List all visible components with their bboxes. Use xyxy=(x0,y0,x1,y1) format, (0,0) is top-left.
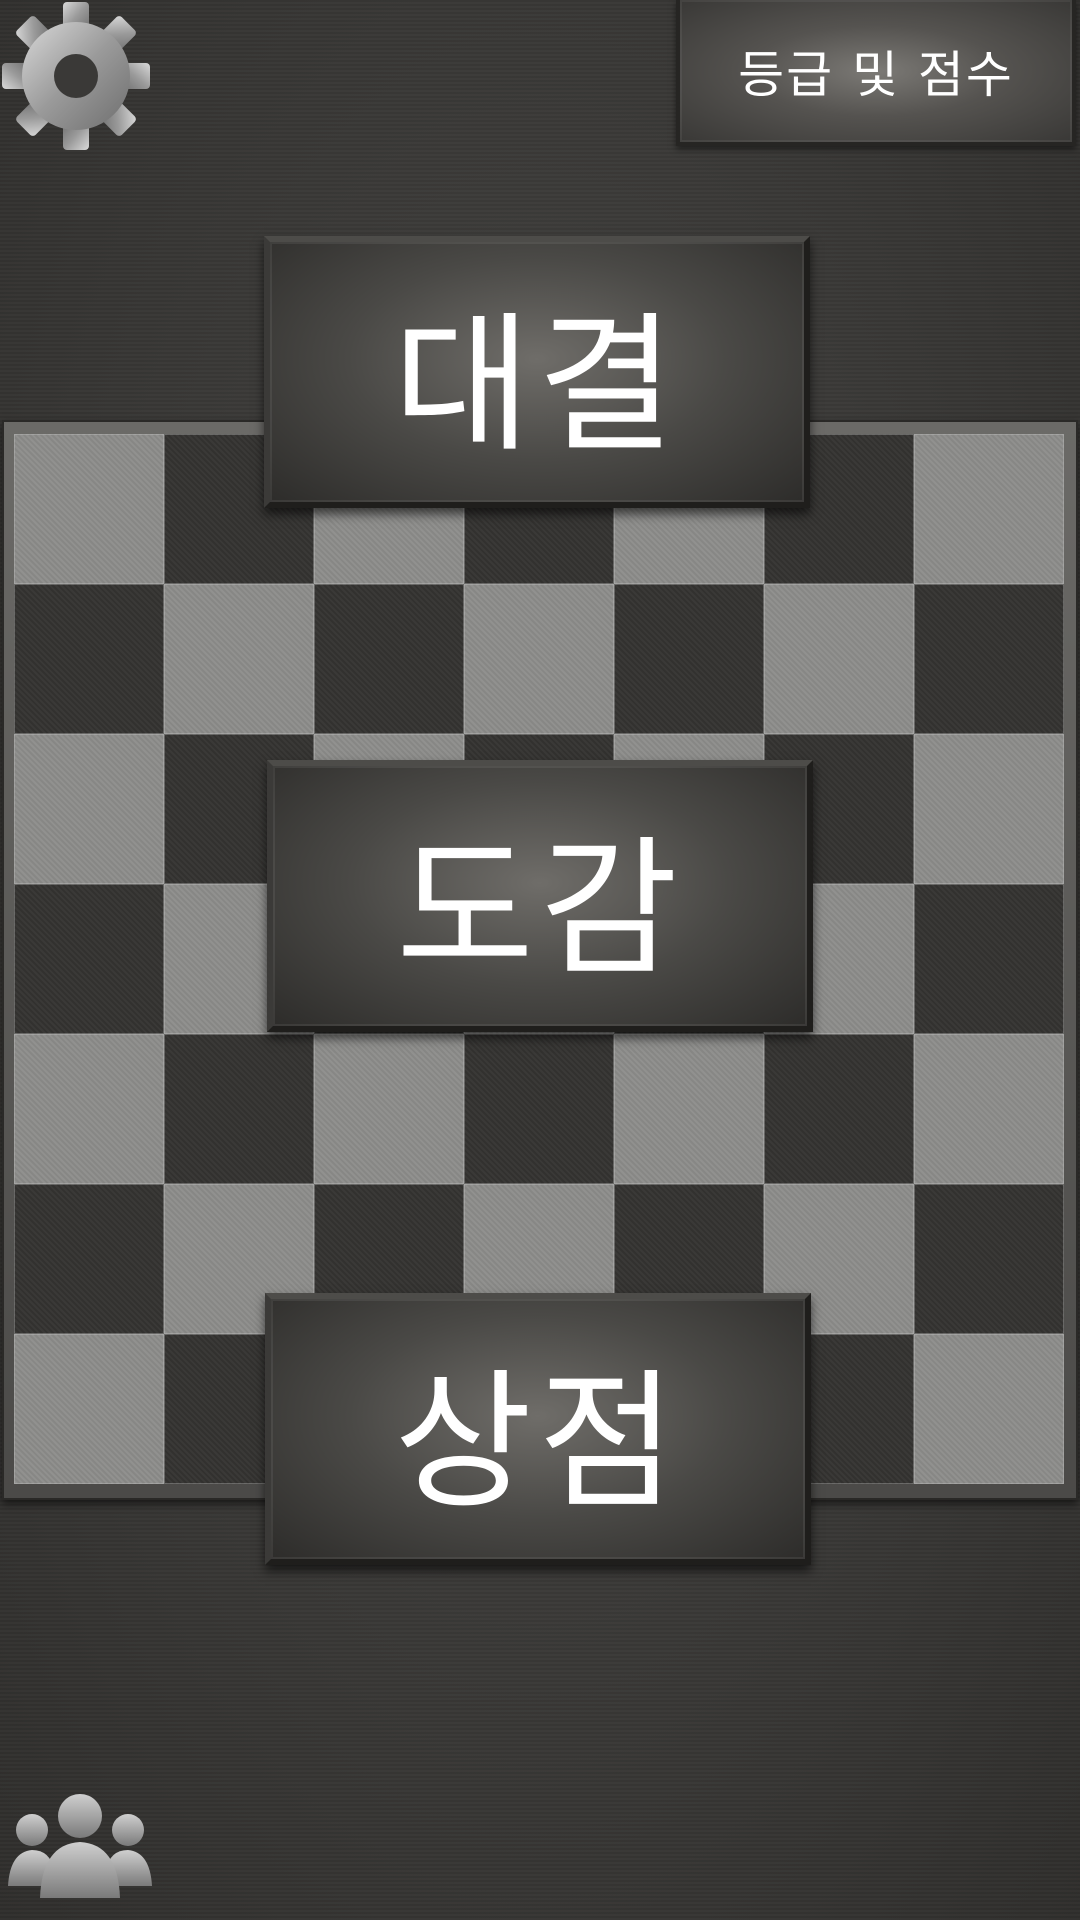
settings-button[interactable] xyxy=(0,0,152,152)
board-square xyxy=(764,584,914,734)
shop-button[interactable]: 상점 xyxy=(265,1293,811,1565)
battle-button[interactable]: 대결 xyxy=(264,236,810,508)
board-square xyxy=(764,1034,914,1184)
collection-button[interactable]: 도감 xyxy=(267,760,813,1032)
board-square xyxy=(164,1034,314,1184)
board-square xyxy=(914,734,1064,884)
rank-and-score-button[interactable]: 등급 및 점수 xyxy=(676,0,1076,146)
board-square xyxy=(914,884,1064,1034)
board-square xyxy=(314,584,464,734)
board-square xyxy=(14,734,164,884)
collection-label: 도감 xyxy=(395,822,684,997)
board-square xyxy=(14,434,164,584)
board-square xyxy=(914,1034,1064,1184)
board-square xyxy=(164,584,314,734)
shop-label: 상점 xyxy=(393,1355,682,1530)
board-square xyxy=(614,1034,764,1184)
friends-button[interactable] xyxy=(4,1786,156,1902)
board-square xyxy=(14,1034,164,1184)
board-square xyxy=(914,584,1064,734)
rank-and-score-label: 등급 및 점수 xyxy=(738,46,1014,104)
board-square xyxy=(464,584,614,734)
board-square xyxy=(314,1034,464,1184)
board-square xyxy=(14,1334,164,1484)
gear-icon xyxy=(2,2,150,150)
board-square xyxy=(464,1034,614,1184)
board-square xyxy=(14,1184,164,1334)
board-square xyxy=(914,1184,1064,1334)
board-square xyxy=(614,584,764,734)
people-group-icon xyxy=(8,1794,152,1898)
board-square xyxy=(914,434,1064,584)
battle-label: 대결 xyxy=(392,298,681,473)
board-square xyxy=(14,584,164,734)
board-square xyxy=(14,884,164,1034)
board-square xyxy=(914,1334,1064,1484)
